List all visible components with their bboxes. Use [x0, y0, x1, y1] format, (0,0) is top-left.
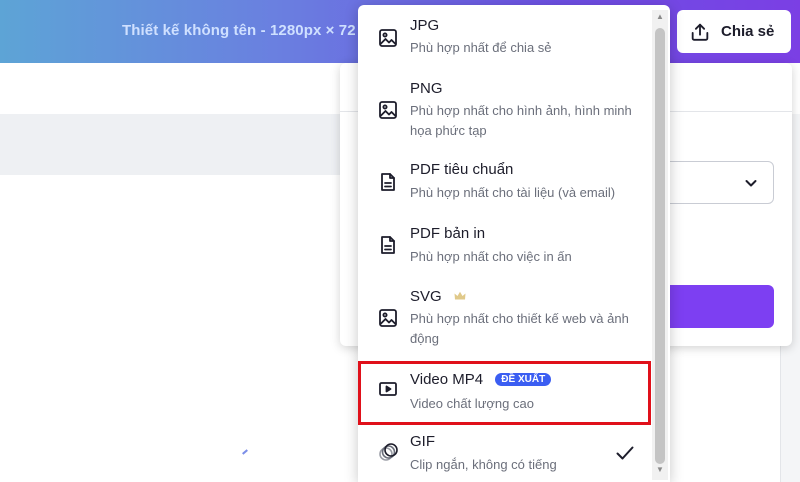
menu-item-name: JPG	[410, 17, 440, 34]
document-icon	[381, 236, 395, 254]
document-title[interactable]: Thiết kế không tên - 1280px × 72	[122, 22, 356, 39]
share-button-label: Chia sẻ	[721, 23, 775, 40]
menu-item-description: Phù hợp nhất cho thiết kế web và ảnh độn…	[410, 311, 629, 346]
image-icon	[379, 101, 397, 119]
menu-item-jpg[interactable]: JPG Phù hợp nhất để chia sẻ	[358, 10, 650, 62]
menu-item-png[interactable]: PNG Phù hợp nhất cho hình ảnh, hình minh…	[358, 72, 650, 142]
menu-item-name: PNG	[410, 80, 443, 97]
menu-item-description: Phù hợp nhất cho tài liệu (và email)	[410, 185, 616, 200]
document-icon	[381, 173, 395, 191]
menu-item-name: PDF bản in	[410, 225, 486, 242]
menu-item-name: GIF	[410, 433, 435, 450]
upload-icon	[691, 23, 709, 41]
menu-item-description: Clip ngắn, không có tiếng	[410, 457, 557, 472]
dropdown-scrollbar-thumb[interactable]	[655, 28, 665, 464]
menu-item-description: Phù hợp nhất để chia sẻ	[410, 40, 552, 55]
menu-item-name: SVG	[410, 288, 442, 305]
menu-item-name: PDF tiêu chuẩn	[410, 161, 514, 178]
menu-item-gif[interactable]: GIF Clip ngắn, không có tiếng	[358, 428, 650, 482]
scroll-up-arrow-icon[interactable]: ▲	[655, 13, 665, 21]
gif-circles-icon	[379, 443, 398, 461]
crown-icon	[454, 291, 466, 300]
scroll-down-arrow-icon[interactable]: ▼	[655, 466, 665, 474]
menu-item-svg[interactable]: SVG Phù hợp nhất cho thiết kế web và ảnh…	[358, 280, 650, 352]
share-button[interactable]: Chia sẻ	[677, 10, 791, 53]
menu-item-description: Phù hợp nhất cho việc in ấn	[410, 249, 572, 264]
menu-item-pdf-print[interactable]: PDF bản in Phù hợp nhất cho việc in ấn	[358, 216, 650, 272]
image-icon	[379, 29, 397, 47]
menu-item-pdf-standard[interactable]: PDF tiêu chuẩn Phù hợp nhất cho tài liệu…	[358, 152, 650, 208]
menu-item-description: Phù hợp nhất cho hình ảnh, hình minh họa…	[410, 103, 632, 138]
checkmark-icon	[616, 446, 634, 460]
image-icon	[379, 309, 397, 327]
chevron-down-icon	[745, 180, 757, 187]
highlight-frame	[358, 361, 651, 425]
